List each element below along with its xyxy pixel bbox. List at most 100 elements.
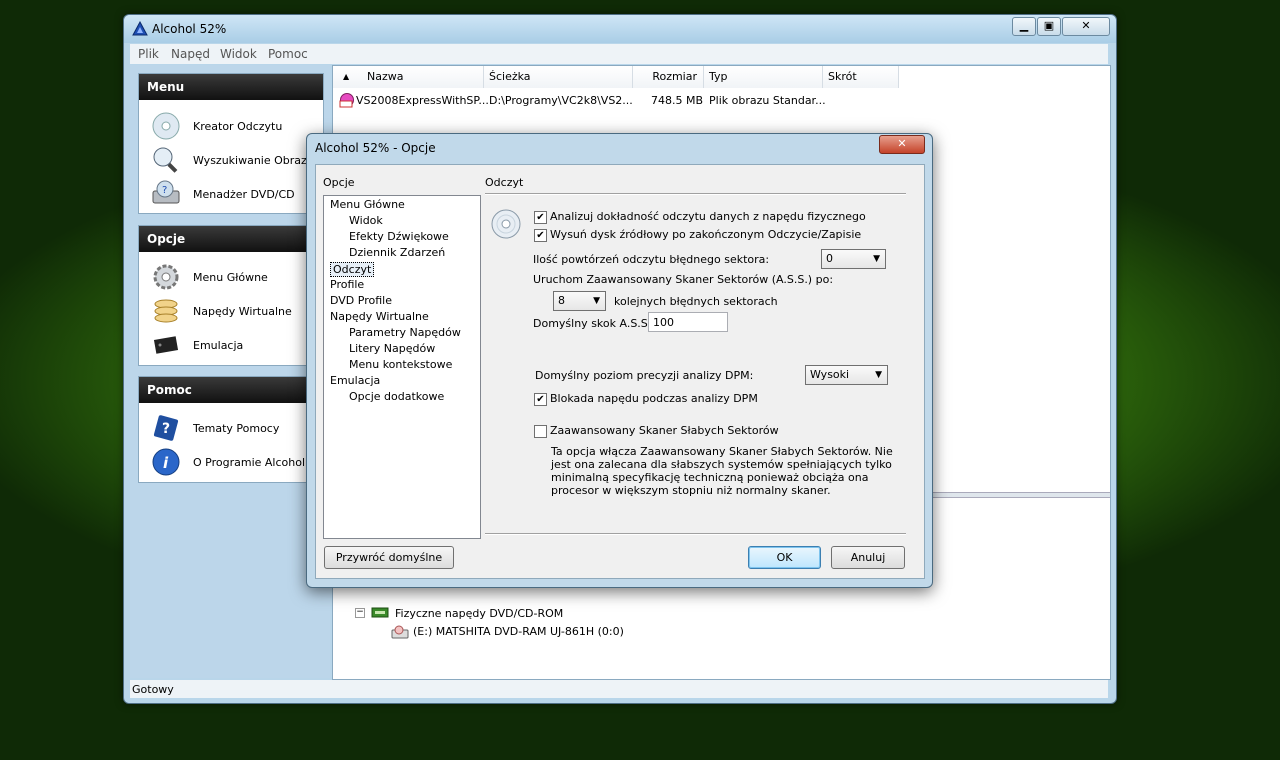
sidebar-item-label: Menu Główne	[193, 271, 268, 284]
sidebar-item-kreator[interactable]: Kreator Odczytu	[151, 111, 321, 141]
panel-title-menu: Menu	[139, 74, 323, 100]
disc-stack-icon	[154, 299, 178, 323]
sidebar-item-menu-glowne[interactable]: Menu Główne	[151, 262, 321, 292]
maximize-button[interactable]: ▣	[1037, 17, 1061, 36]
close-button[interactable]: ✕	[1062, 17, 1110, 36]
tree-label: Opcje	[323, 176, 355, 189]
cancel-button[interactable]: Anuluj	[831, 546, 905, 569]
weak-checkbox[interactable]	[534, 425, 547, 438]
tree-item[interactable]: Napędy Wirtualne	[330, 310, 429, 323]
sidebar-item-menadzer[interactable]: ? Menadżer DVD/CD	[151, 179, 321, 209]
ok-button[interactable]: OK	[748, 546, 821, 569]
chevron-down-icon: ▼	[593, 296, 600, 306]
tree-item[interactable]: Efekty Dźwiękowe	[349, 230, 449, 243]
menu-pomoc[interactable]: Pomoc	[268, 47, 308, 61]
sidebar-panel-menu: Menu Kreator Odczytu Wyszukiwanie Obrazó…	[138, 73, 324, 214]
column-header-skrot[interactable]: Skrót	[823, 66, 899, 88]
sidebar-item-label: Kreator Odczytu	[193, 120, 283, 133]
column-header-rozmiar[interactable]: Rozmiar	[633, 66, 704, 88]
sidebar-item-label: Wyszukiwanie Obrazów	[193, 154, 319, 167]
check-mark-icon: ✔	[536, 212, 545, 223]
restore-defaults-button[interactable]: Przywróć domyślne	[324, 546, 454, 569]
magnifier-icon	[153, 147, 178, 173]
analyze-checkbox[interactable]: ✔	[534, 211, 547, 224]
retries-select[interactable]: 0 ▼	[821, 249, 886, 269]
tree-item[interactable]: Menu Główne	[330, 198, 405, 211]
chevron-down-icon: ▼	[875, 370, 882, 380]
tree-item[interactable]: Litery Napędów	[349, 342, 435, 355]
dialog-close-button[interactable]: ✕	[879, 135, 925, 154]
minimize-button[interactable]: ▁	[1012, 17, 1036, 36]
svg-text:?: ?	[162, 185, 167, 196]
column-header-sciezka[interactable]: Ścieżka	[484, 66, 633, 88]
chip-icon	[153, 336, 179, 354]
ass-label: Uruchom Zaawansowany Skaner Sektorów (A.…	[533, 273, 834, 286]
drive-group-label[interactable]: Fizyczne napędy DVD/CD-ROM	[395, 607, 563, 620]
lock-checkbox[interactable]: ✔	[534, 393, 547, 406]
tree-item[interactable]: Parametry Napędów	[349, 326, 461, 339]
options-dialog: Alcohol 52% - Opcje ✕ Opcje Menu Główne W…	[306, 133, 933, 588]
gear-icon	[153, 264, 179, 290]
status-bar: Gotowy	[130, 680, 1108, 698]
section-title: Odczyt	[485, 176, 524, 189]
disc-icon	[152, 112, 180, 140]
analyze-label: Analizuj dokładność odczytu danych z nap…	[550, 210, 866, 223]
sidebar-item-tematy-pomocy[interactable]: ? Tematy Pomocy	[151, 413, 321, 443]
sidebar-item-emulacja[interactable]: Emulacja	[151, 330, 321, 360]
help-book-icon: ?	[153, 415, 179, 441]
retries-label: Ilość powtórzeń odczytu błędnego sektora…	[533, 253, 770, 266]
sidebar: Menu Kreator Odczytu Wyszukiwanie Obrazó…	[130, 65, 330, 678]
sidebar-item-o-programie[interactable]: i O Programie Alcohol 5...	[151, 447, 321, 477]
dpm-label: Domyślny poziom precyzji analizy DPM:	[535, 369, 754, 382]
bottom-divider	[485, 533, 906, 535]
sidebar-item-wyszukiwanie[interactable]: Wyszukiwanie Obrazów	[151, 145, 321, 175]
tree-item[interactable]: DVD Profile	[330, 294, 392, 307]
column-header-nazwa[interactable]: ▲ Nazwa	[333, 66, 484, 88]
panel-title-pomoc: Pomoc	[139, 377, 323, 403]
tree-item[interactable]: Opcje dodatkowe	[349, 390, 444, 403]
tree-item[interactable]: Profile	[330, 278, 364, 291]
panel-title-opcje: Opcje	[139, 226, 323, 252]
section-divider	[485, 193, 906, 195]
row-size: 748.5 MB	[651, 94, 704, 107]
menu-bar: Plik Napęd Widok Pomoc	[130, 44, 1108, 64]
row-type: Plik obrazu Standar...	[709, 94, 826, 107]
ass-select[interactable]: 8 ▼	[553, 291, 606, 311]
dvd-drive-icon: ?	[152, 180, 180, 204]
check-mark-icon: ✔	[536, 230, 545, 241]
info-icon: i	[152, 448, 180, 476]
tree-item[interactable]: Widok	[349, 214, 383, 227]
menu-plik[interactable]: Plik	[138, 47, 159, 61]
dpm-select[interactable]: Wysoki ▼	[805, 365, 888, 385]
title-bar[interactable]: Alcohol 52% ▁ ▣ ✕	[124, 15, 1116, 43]
row-name: VS2008ExpressWithSP...	[356, 94, 489, 107]
skip-input[interactable]: 100	[648, 312, 728, 332]
chevron-down-icon: ▼	[873, 254, 880, 264]
eject-label: Wysuń dysk źródłowy po zakończonym Odczy…	[550, 228, 862, 241]
drive-group-icon	[371, 607, 389, 618]
ass-suffix: kolejnych błędnych sektorach	[614, 295, 778, 308]
tree-collapse-toggle[interactable]: −	[355, 608, 365, 618]
dialog-client: Opcje Menu Główne Widok Efekty Dźwiękowe Dz…	[315, 164, 925, 579]
sidebar-item-napedy-wirtualne[interactable]: Napędy Wirtualne	[151, 296, 321, 326]
lock-label: Blokada napędu podczas analizy DPM	[550, 392, 758, 405]
menu-naped[interactable]: Napęd	[171, 47, 210, 61]
skip-label: Domyślny skok A.S.S.:	[533, 317, 655, 330]
sidebar-panel-pomoc: Pomoc ? Tematy Pomocy i O Programie Alco…	[138, 376, 324, 483]
column-header-typ[interactable]: Typ	[704, 66, 823, 88]
weak-description: Ta opcja włącza Zaawansowany Skaner Słab…	[551, 445, 893, 497]
tree-item[interactable]: Odczyt	[330, 262, 375, 277]
drive-item-label[interactable]: (E:) MATSHITA DVD-RAM UJ-861H (0:0)	[413, 625, 624, 638]
disc-icon	[491, 209, 521, 239]
status-text: Gotowy	[132, 683, 174, 696]
menu-widok[interactable]: Widok	[220, 47, 257, 61]
tree-item[interactable]: Dziennik Zdarzeń	[349, 246, 445, 259]
eject-checkbox[interactable]: ✔	[534, 229, 547, 242]
tree-item[interactable]: Emulacja	[330, 374, 380, 387]
row-path: D:\Programy\VC2k8\VS2...	[489, 94, 633, 107]
window-title: Alcohol 52%	[152, 22, 227, 36]
tree-item[interactable]: Menu kontekstowe	[349, 358, 452, 371]
alcohol-app-icon	[132, 21, 148, 36]
table-row[interactable]: VS2008ExpressWithSP... D:\Programy\VC2k8…	[335, 92, 1105, 110]
sidebar-item-label: Napędy Wirtualne	[193, 305, 292, 318]
